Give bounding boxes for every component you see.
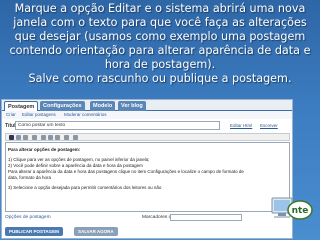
editor-line: 1) Clique para ver as opções de postagem… bbox=[8, 157, 150, 162]
image-icon[interactable] bbox=[73, 135, 78, 140]
caption-line: Salve como rascunho ou publique a postag… bbox=[28, 72, 292, 85]
list-icon[interactable] bbox=[64, 135, 69, 140]
editor-line: Para alterar a aparência da data e hora … bbox=[8, 169, 244, 174]
editor-line: Para alterar opções de postagem: bbox=[8, 147, 81, 152]
caption-line: que desejar (usamos como exemplo uma pos… bbox=[14, 30, 306, 43]
bold-icon[interactable] bbox=[9, 135, 14, 140]
editor-line: 3) Selecione a opção desejada para permi… bbox=[8, 185, 162, 190]
link-icon[interactable] bbox=[32, 135, 37, 140]
align-right-icon[interactable] bbox=[55, 135, 60, 140]
post-body-editor[interactable]: Para alterar opções de postagem: 1) Cliq… bbox=[5, 142, 290, 212]
caption-line: hora de postagem). bbox=[104, 58, 216, 71]
tab-configuracoes[interactable]: Configurações bbox=[40, 101, 85, 111]
editor-line: data, formato da hora bbox=[8, 175, 52, 180]
labels-input[interactable] bbox=[170, 214, 242, 221]
align-left-icon[interactable] bbox=[41, 135, 46, 140]
publish-button[interactable]: PUBLICAR POSTAGEM bbox=[5, 227, 63, 236]
edit-html-link[interactable]: Editar Html bbox=[230, 123, 252, 128]
post-options-link[interactable]: Opções de postagem bbox=[5, 215, 51, 220]
subtab-bar: Criar Editar postagens Moderar comentári… bbox=[2, 111, 292, 119]
editor-toolbar bbox=[5, 133, 290, 141]
tab-postagem[interactable]: Postagem bbox=[4, 101, 39, 111]
caption-line: Marque a opção Editar e o sistema abrirá… bbox=[14, 2, 306, 15]
title-input[interactable]: Como postar um texto bbox=[15, 121, 220, 130]
tab-modelo[interactable]: Modelo bbox=[90, 101, 116, 111]
caption-line: janela com o texto para que você faça as… bbox=[13, 16, 307, 29]
font-color-icon[interactable] bbox=[23, 135, 28, 140]
italic-icon[interactable] bbox=[16, 135, 21, 140]
caption: Marque a opção Editar e o sistema abrirá… bbox=[0, 2, 320, 86]
save-now-button[interactable]: SALVAR AGORA bbox=[74, 227, 118, 236]
blogger-editor-screenshot: Postagem Configurações Modelo Ver blog C… bbox=[1, 99, 293, 239]
subtab-criar[interactable]: Criar bbox=[6, 112, 16, 117]
align-center-icon[interactable] bbox=[48, 135, 53, 140]
compose-link[interactable]: Escrever bbox=[260, 123, 278, 128]
caption-line: contendo orientação para alterar aparênc… bbox=[9, 44, 311, 57]
tab-bar: Postagem Configurações Modelo Ver blog bbox=[2, 100, 292, 111]
subtab-moderar[interactable]: Moderar comentários bbox=[64, 112, 107, 117]
tab-ver-blog[interactable]: Ver blog bbox=[118, 101, 146, 111]
editor-line: 2) Você pode definir sobre a aparência d… bbox=[8, 163, 143, 168]
subtab-editar[interactable]: Editar postagens bbox=[22, 112, 56, 117]
nte-logo-text: nte bbox=[292, 206, 309, 216]
nte-logo: nte bbox=[271, 197, 313, 220]
